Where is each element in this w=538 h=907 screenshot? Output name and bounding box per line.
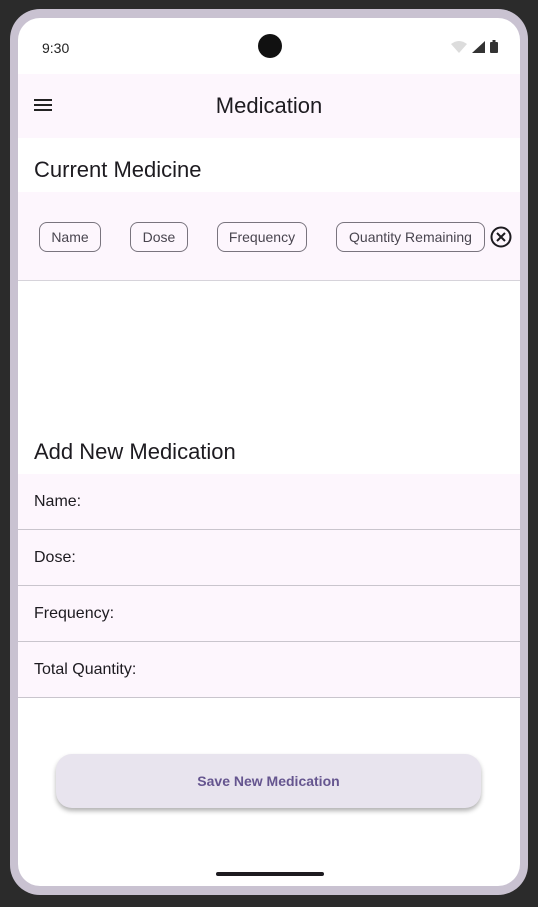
dose-field-row[interactable]: Dose:: [18, 530, 520, 586]
total-quantity-input[interactable]: [158, 652, 510, 688]
column-chip-dose[interactable]: Dose: [130, 222, 188, 252]
battery-icon: [490, 40, 498, 53]
save-medication-button[interactable]: Save New Medication: [56, 754, 481, 808]
add-medication-heading: Add New Medication: [34, 439, 236, 464]
dose-input[interactable]: [138, 540, 510, 576]
column-chip-frequency[interactable]: Frequency: [217, 222, 307, 252]
total-quantity-field-label: Total Quantity:: [34, 661, 137, 678]
frequency-input[interactable]: [138, 596, 510, 632]
status-bar: 9:30: [18, 18, 520, 74]
name-field-row[interactable]: Name:: [18, 474, 520, 530]
home-indicator: [216, 872, 324, 876]
frequency-field-label: Frequency:: [34, 605, 115, 622]
cell-signal-icon: [472, 40, 485, 53]
dose-field-label: Dose:: [34, 549, 76, 566]
clear-icon[interactable]: [490, 226, 512, 248]
column-chip-quantity-remaining[interactable]: Quantity Remaining: [336, 222, 485, 252]
status-icons: [451, 40, 498, 53]
column-chip-name[interactable]: Name: [39, 222, 101, 252]
top-app-bar: Medication: [18, 74, 520, 138]
camera-cutout: [258, 34, 282, 58]
status-time: 9:30: [42, 40, 70, 56]
current-medicine-header-row: Name Dose Frequency Quantity Remaining: [18, 192, 520, 281]
name-field-label: Name:: [34, 493, 82, 510]
total-quantity-field-row[interactable]: Total Quantity:: [18, 642, 520, 698]
frequency-field-row[interactable]: Frequency:: [18, 586, 520, 642]
page-title: Medication: [215, 93, 323, 118]
current-medicine-heading: Current Medicine: [34, 157, 202, 182]
phone-screen: 9:30 Medication Current Medicine Name Do…: [18, 18, 520, 886]
wifi-icon: [451, 40, 467, 53]
name-input[interactable]: [138, 484, 510, 520]
